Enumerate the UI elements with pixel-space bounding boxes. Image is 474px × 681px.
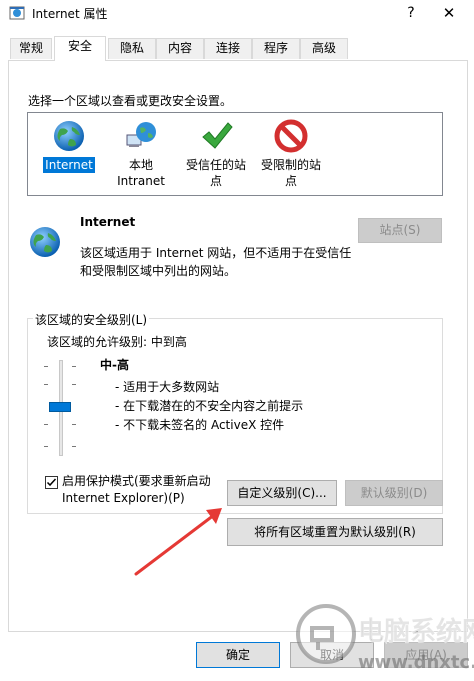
tab-general[interactable]: 常规 (10, 38, 52, 59)
protected-mode-checkbox[interactable] (45, 476, 58, 489)
zone-trusted-sites-label-1: 受信任的站 (185, 158, 246, 172)
zone-description: 该区域适用于 Internet 网站，但不适用于在受信任 和受限制区域中列出的网… (80, 244, 360, 280)
default-level-button[interactable]: 默认级别(D) (345, 480, 443, 506)
help-button[interactable]: ? (400, 2, 422, 24)
zone-local-intranet-label-1: 本地 (128, 158, 153, 172)
slider-tick (44, 366, 48, 367)
globe-icon (54, 121, 84, 151)
level-point: - 不下载未签名的 ActiveX 控件 (115, 418, 285, 432)
level-point: - 适用于大多数网站 (115, 380, 220, 394)
close-button[interactable]: ✕ (434, 2, 464, 24)
sites-button[interactable]: 站点(S) (358, 218, 442, 243)
checkmark-icon (46, 478, 57, 487)
slider-tick (72, 446, 76, 447)
zone-prompt: 选择一个区域以查看或更改安全设置。 (28, 94, 233, 108)
trusted-sites-icon (202, 122, 233, 149)
watermark: 电脑系统网 www.dnxtc.net (288, 592, 474, 678)
tab-connections[interactable]: 连接 (204, 38, 252, 59)
zone-trusted-sites-label-2: 点 (209, 174, 222, 188)
globe-icon (30, 227, 60, 257)
tab-privacy[interactable]: 隐私 (108, 38, 156, 59)
watermark-logo-icon: 电脑系统网 www.dnxtc.net (296, 604, 474, 673)
window-title: Internet 属性 (32, 7, 108, 21)
ok-button[interactable]: 确定 (196, 642, 280, 668)
zone-local-intranet-label-2: Intranet (117, 174, 165, 188)
zone-restricted-sites[interactable]: 受限制的站 点 (250, 117, 332, 189)
tab-strip: 常规 安全 隐私 内容 连接 程序 高级 (8, 36, 468, 61)
zone-internet-label: Internet (43, 157, 95, 173)
slider-thumb[interactable] (49, 402, 71, 412)
protected-mode-label-line-1: 启用保护模式(要求重新启动 (62, 474, 211, 488)
zone-title: Internet (80, 215, 136, 229)
allowed-levels-text: 该区域的允许级别: 中到高 (47, 335, 187, 349)
local-intranet-icon (126, 122, 156, 147)
tab-advanced[interactable]: 高级 (300, 38, 348, 59)
level-point: - 在下载潜在的不安全内容之前提示 (115, 399, 304, 413)
slider-tick (72, 424, 76, 425)
level-name: 中-高 (100, 358, 129, 372)
reset-all-zones-button[interactable]: 将所有区域重置为默认级别(R) (227, 518, 443, 546)
watermark-line-2: www.dnxtc.net (358, 652, 474, 673)
tab-programs[interactable]: 程序 (252, 38, 300, 59)
zone-description-line-2: 和受限制区域中列出的网站。 (80, 264, 237, 278)
tab-security[interactable]: 安全 (54, 36, 106, 61)
restricted-sites-icon (274, 119, 308, 153)
zone-internet[interactable]: Internet (28, 117, 110, 173)
slider-tick (44, 384, 48, 385)
slider-tick (44, 446, 48, 447)
zone-restricted-sites-label-2: 点 (284, 174, 297, 188)
security-level-group-label: 该区域的安全级别(L) (33, 311, 150, 328)
zone-restricted-sites-label-1: 受限制的站 (260, 158, 321, 172)
slider-tick (72, 384, 76, 385)
watermark-line-1: 电脑系统网 (358, 616, 474, 647)
slider-tick (44, 424, 48, 425)
zone-description-line-1: 该区域适用于 Internet 网站，但不适用于在受信任 (80, 246, 352, 260)
title-bar: Internet 属性 ? ✕ (0, 0, 474, 28)
tab-content[interactable]: 内容 (156, 38, 204, 59)
level-description: - 适用于大多数网站 - 在下载潜在的不安全内容之前提示 - 不下载未签名的 A… (115, 378, 303, 435)
slider-tick (72, 366, 76, 367)
annotation-arrow-icon (134, 508, 222, 576)
custom-level-button[interactable]: 自定义级别(C)... (227, 480, 337, 506)
zone-list: Internet 本地 Intranet 受信任的站 点 受限制的站 点 (27, 112, 443, 196)
zone-local-intranet[interactable]: 本地 Intranet (100, 117, 182, 189)
internet-options-icon (9, 6, 25, 20)
zone-trusted-sites[interactable]: 受信任的站 点 (175, 117, 257, 189)
